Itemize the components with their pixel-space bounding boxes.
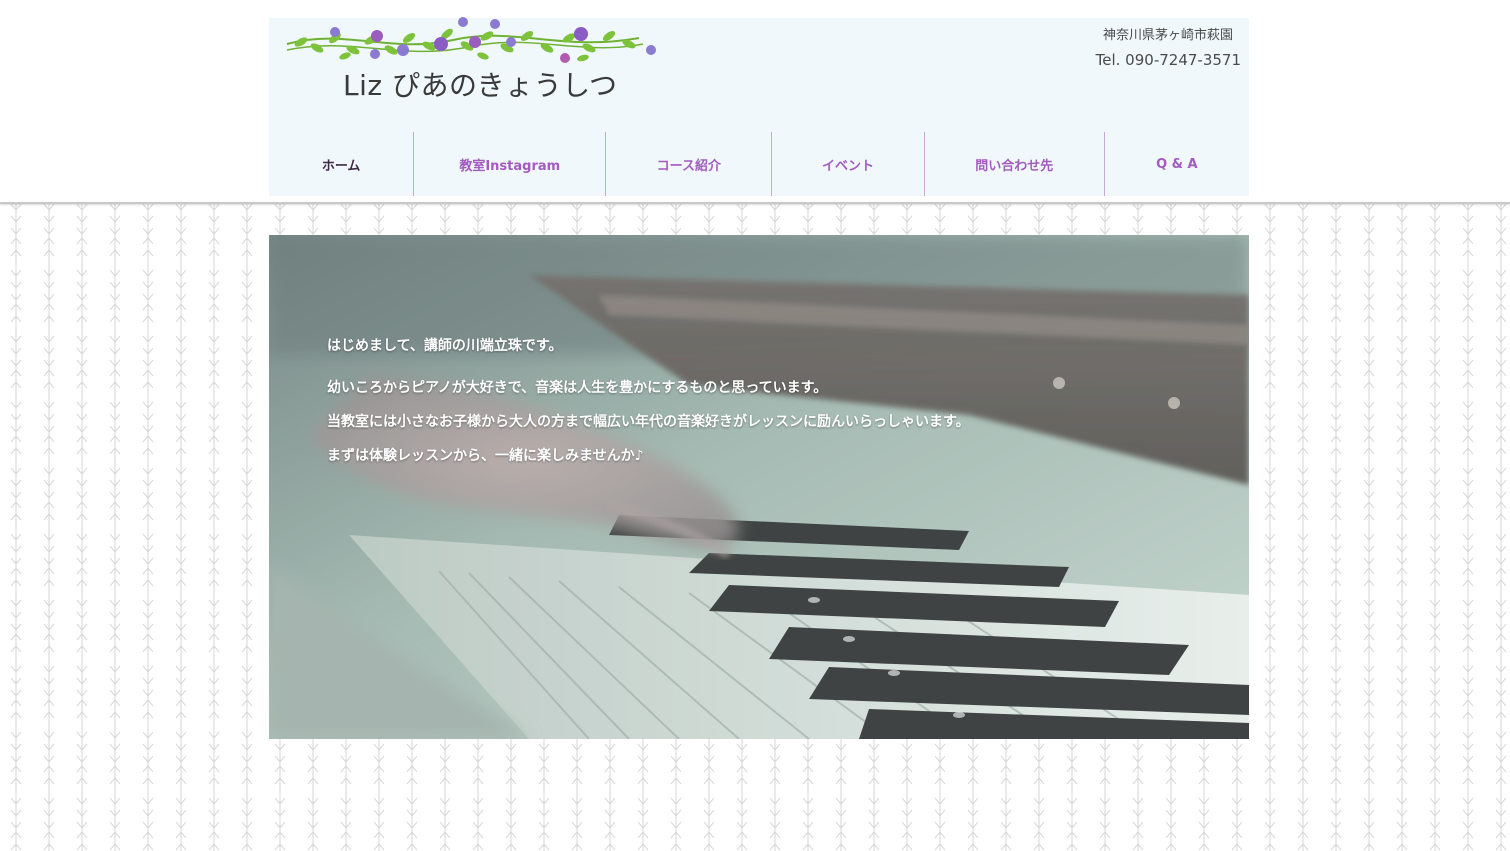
address-text: 神奈川県茅ヶ崎市萩園 [1102, 28, 1233, 43]
hero-line-2: 当教室には小さなお子様から大人の方まで幅広い年代の音楽好きがレッスンに励んいらっ… [327, 414, 970, 430]
phone-number: Tel. 090-7247-3571 [1095, 51, 1241, 69]
nav-item-qa[interactable]: Q & A [1103, 132, 1249, 196]
hero-line-3: まずは体験レッスンから、一緒に楽しみませんか♪ [327, 448, 644, 464]
site-header: Liz ぴあのきょうしつ 神奈川県茅ヶ崎市萩園 Tel. 090-7247-35… [269, 16, 1249, 196]
piano-photo [269, 235, 1249, 739]
hero-section: はじめまして、講師の川端立珠です。 幼いころからピアノが大好きで、音楽は人生を豊… [269, 235, 1249, 739]
nav-item-instagram[interactable]: 教室Instagram [413, 132, 605, 196]
main-nav: ホーム 教室Instagram コース紹介 イベント 問い合わせ先 Q & A [269, 132, 1249, 196]
nav-item-home[interactable]: ホーム [269, 132, 413, 196]
hero-greeting: はじめまして、講師の川端立珠です。 [327, 338, 563, 354]
site-title[interactable]: Liz ぴあのきょうしつ [343, 64, 617, 104]
nav-item-courses[interactable]: コース紹介 [605, 132, 771, 196]
nav-item-contact[interactable]: 問い合わせ先 [923, 132, 1104, 196]
hero-intro-text: はじめまして、講師の川端立珠です。 幼いころからピアノが大好きで、音楽は人生を豊… [327, 335, 970, 479]
nav-item-events[interactable]: イベント [771, 132, 923, 196]
flower-vine-logo-icon[interactable] [283, 16, 659, 68]
hero-line-1: 幼いころからピアノが大好きで、音楽は人生を豊かにするものと思っています。 [327, 380, 828, 396]
